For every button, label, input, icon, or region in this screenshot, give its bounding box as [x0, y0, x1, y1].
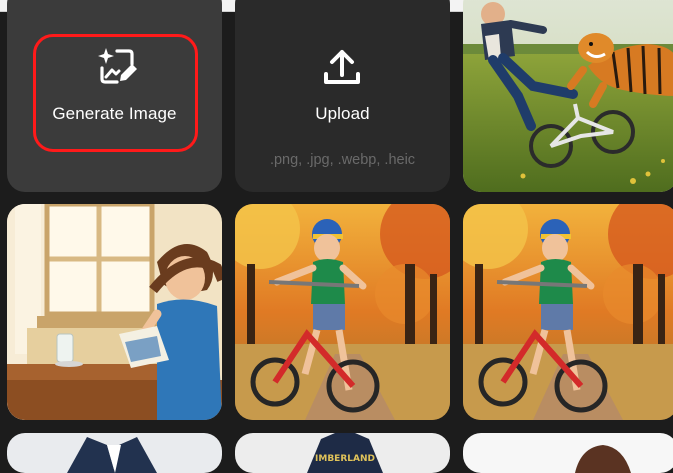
shirt-print-text: IMBERLAND	[315, 454, 375, 464]
gallery-image-boy-tiger-bike[interactable]	[463, 0, 673, 192]
upload-label: Upload	[315, 104, 370, 123]
gallery-image-boy-red-bike[interactable]	[235, 204, 450, 420]
shirt-image: IMBERLAND	[235, 433, 450, 473]
generate-image-tile[interactable]: Generate Image	[7, 0, 222, 192]
man-suit-image	[7, 433, 222, 473]
boy-reading-image	[7, 204, 222, 420]
boy-red-bike-image	[235, 204, 450, 420]
upload-tile[interactable]: Upload .png, .jpg, .webp, .heic	[235, 0, 450, 192]
generate-image-label: Generate Image	[52, 104, 177, 123]
gallery-image-shirt[interactable]: IMBERLAND	[235, 433, 450, 473]
boy-tiger-bike-image	[463, 0, 673, 192]
white-image	[463, 433, 673, 473]
gallery-image-suit[interactable]	[7, 433, 222, 473]
upload-formats-hint: .png, .jpg, .webp, .heic	[269, 152, 416, 168]
gallery-image-white[interactable]	[463, 433, 673, 473]
gallery-image-boy-red-bike-variant[interactable]	[463, 204, 673, 420]
sparkle-image-edit-icon	[98, 48, 137, 84]
gallery-image-boy-reading[interactable]	[7, 204, 222, 420]
boy-red-bike-variant-image	[463, 204, 673, 420]
upload-icon	[324, 50, 360, 84]
